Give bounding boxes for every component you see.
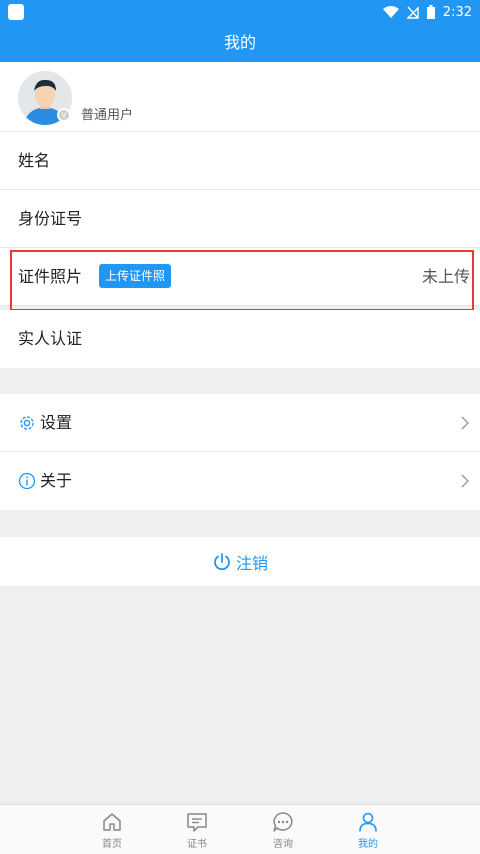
about-row[interactable]: 关于 xyxy=(0,452,480,510)
tab-home-label: 首页 xyxy=(102,839,122,850)
clock: 2:32 xyxy=(442,4,472,20)
real-name-verify-label: 实人认证 xyxy=(18,329,83,348)
status-icons: 2:32 xyxy=(382,0,472,24)
logout-content: 注销 xyxy=(0,537,480,586)
battery-icon xyxy=(426,5,435,19)
real-name-verify-row[interactable]: 实人认证 xyxy=(0,310,480,368)
chevron-right-icon xyxy=(461,474,469,488)
id-number-row[interactable]: 身份证号 xyxy=(0,190,480,248)
app-notification-icon xyxy=(8,4,24,20)
profile-header[interactable]: v 普通用户 xyxy=(0,62,480,132)
wifi-icon xyxy=(382,5,399,18)
id-number-label: 身份证号 xyxy=(18,209,83,228)
chevron-right-icon xyxy=(461,416,469,430)
vip-badge-icon: v xyxy=(57,108,71,122)
power-icon xyxy=(214,552,230,570)
name-label: 姓名 xyxy=(18,151,51,170)
tab-certificate[interactable]: 证书 xyxy=(167,805,227,854)
chat-icon xyxy=(273,812,293,832)
bottom-tab-bar: 首页 证书 咨询 我的 xyxy=(0,804,480,854)
settings-row[interactable]: 设置 xyxy=(0,394,480,452)
home-icon xyxy=(103,813,121,831)
logout-button[interactable]: 注销 xyxy=(0,537,480,586)
tab-mine-label: 我的 xyxy=(358,839,378,850)
name-row[interactable]: 姓名 xyxy=(0,132,480,190)
certificate-icon xyxy=(187,813,207,832)
status-bar: 2:32 xyxy=(0,0,480,24)
gear-icon xyxy=(20,416,34,430)
no-signal-icon xyxy=(406,5,419,19)
tab-consult[interactable]: 咨询 xyxy=(253,805,313,854)
info-icon xyxy=(18,472,36,490)
user-icon xyxy=(359,812,377,832)
settings-label: 设置 xyxy=(40,413,73,432)
tab-certificate-label: 证书 xyxy=(187,839,207,850)
username: 普通用户 xyxy=(81,108,134,123)
tab-home[interactable]: 首页 xyxy=(82,805,142,854)
tab-mine[interactable]: 我的 xyxy=(338,805,398,854)
tab-consult-label: 咨询 xyxy=(273,839,293,850)
highlight-box xyxy=(10,250,474,311)
page-title: 我的 xyxy=(0,24,480,62)
about-label: 关于 xyxy=(40,471,73,490)
logout-label: 注销 xyxy=(235,553,268,573)
